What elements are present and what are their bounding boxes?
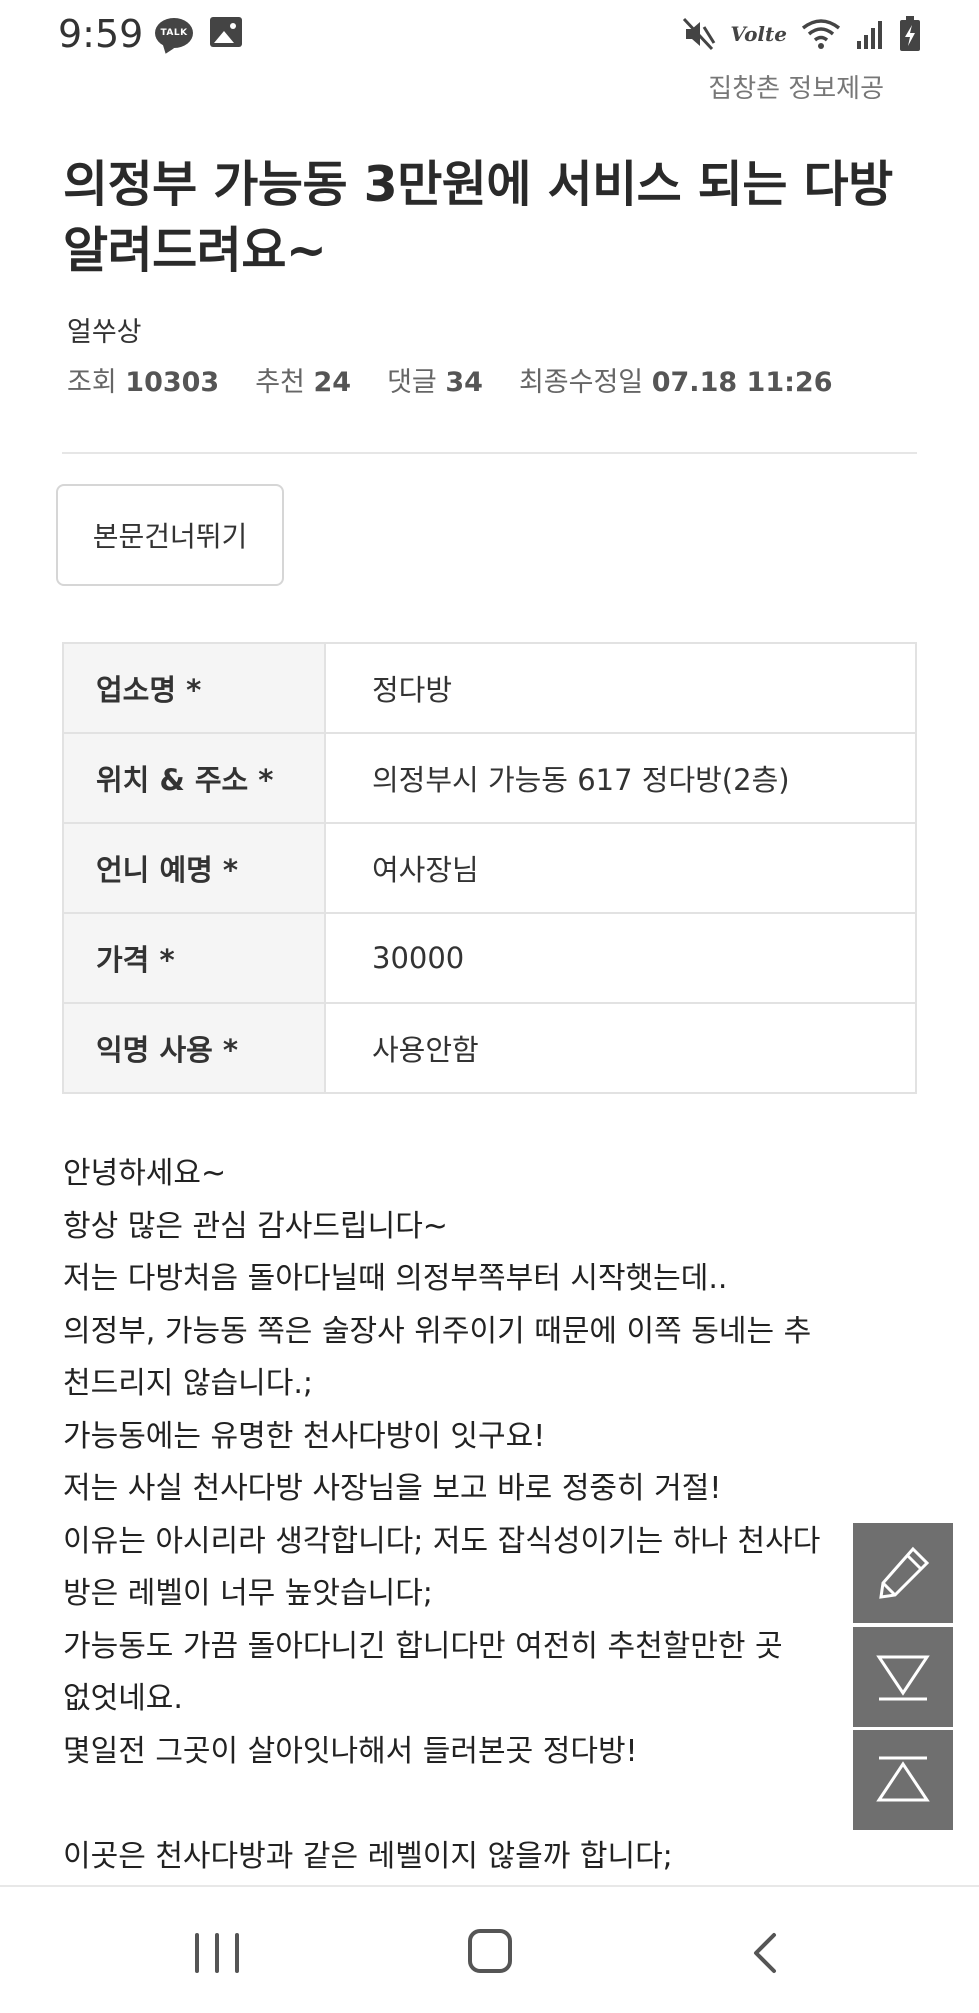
mute-icon	[682, 17, 716, 51]
info-value: 30000	[324, 912, 917, 1004]
status-bar: 9:59 TALK Volte	[0, 0, 979, 70]
body-line: 저는 사실 천사다방 사장님을 보고 바로 정중히 거절!	[63, 1471, 722, 1506]
body-line: 의정부, 가능동 쪽은 술장사 위주이기 때문에 이쪽 동네는 추	[63, 1313, 812, 1349]
info-label: 위치 & 주소 *	[62, 732, 326, 824]
info-label: 업소명 *	[62, 642, 326, 734]
status-time: 9:59	[58, 12, 144, 56]
table-row: 업소명 * 정다방	[62, 642, 917, 734]
body-line: 가능동도 가끔 돌아다니긴 합니다만 여전히 추천할만한 곳	[63, 1628, 783, 1664]
wifi-icon	[801, 18, 841, 50]
body-line: 항상 많은 관심 감사드립니다~	[63, 1208, 448, 1244]
status-icons: Volte	[682, 14, 921, 54]
write-button[interactable]	[853, 1523, 953, 1623]
table-row: 위치 & 주소 * 의정부시 가능동 617 정다방(2층)	[62, 732, 917, 824]
body-line: 천드리지 않습니다.;	[63, 1366, 313, 1401]
body-line: 가능동에는 유명한 천사다방이 잇구요!	[63, 1418, 546, 1454]
info-label: 익명 사용 *	[62, 1002, 326, 1094]
post-author[interactable]: 얼쑤상	[67, 310, 142, 349]
volte-icon: Volte	[730, 22, 787, 46]
write-pencil-icon	[873, 1543, 933, 1603]
battery-icon	[899, 16, 921, 52]
scroll-bottom-icon	[873, 1647, 933, 1707]
info-value: 정다방	[324, 642, 917, 734]
comment-count: 댓글 34	[387, 367, 483, 398]
body-line: 방은 레벨이 너무 높앗습니다;	[63, 1576, 433, 1611]
table-row: 가격 * 30000	[62, 912, 917, 1004]
talk-icon: TALK	[155, 18, 193, 48]
scroll-top-icon	[873, 1750, 933, 1810]
info-value: 의정부시 가능동 617 정다방(2층)	[324, 732, 917, 824]
body-line: 이곳은 천사다방과 같은 레벨이지 않을까 합니다;	[63, 1838, 673, 1874]
table-row: 익명 사용 * 사용안함	[62, 1002, 917, 1094]
post-meta: 조회 10303 추천 24 댓글 34 최종수정일 07.18 11:26	[67, 360, 832, 399]
modified-date: 최종수정일 07.18 11:26	[518, 367, 833, 398]
home-icon[interactable]	[468, 1929, 512, 1973]
scroll-top-button[interactable]	[853, 1730, 953, 1830]
info-value: 사용안함	[324, 1002, 917, 1094]
nav-bar	[0, 1885, 979, 2013]
divider	[62, 452, 917, 454]
post-body: 안녕하세요~ 항상 많은 관심 감사드립니다~ 저는 다방처음 돌아다닐때 의정…	[63, 1148, 923, 1883]
gallery-icon	[210, 17, 242, 47]
info-label: 가격 *	[62, 912, 326, 1004]
body-line: 저는 다방처음 돌아다닐때 의정부쪽부터 시작햇는데..	[63, 1261, 728, 1296]
post-title: 의정부 가능동 3만원에 서비스 되는 다방 알려드려요~	[63, 156, 893, 279]
views-count: 조회 10303	[67, 367, 220, 398]
info-label: 언니 예명 *	[62, 822, 326, 914]
info-value: 여사장님	[324, 822, 917, 914]
signal-icon	[855, 19, 885, 49]
body-line: 안녕하세요~	[63, 1156, 227, 1191]
table-row: 언니 예명 * 여사장님	[62, 822, 917, 914]
body-line: 없엇네요.	[63, 1681, 183, 1716]
recommend-count: 추천 24	[255, 367, 352, 398]
back-icon[interactable]	[750, 1931, 780, 1975]
info-table: 업소명 * 정다방 위치 & 주소 * 의정부시 가능동 617 정다방(2층)…	[62, 642, 917, 1094]
body-line: 몇일전 그곳이 살아잇나해서 들러본곳 정다방!	[63, 1733, 638, 1769]
body-line: 이유는 아시리라 생각합니다; 저도 잡식성이기는 하나 천사다	[63, 1523, 821, 1559]
recent-apps-icon[interactable]	[195, 1933, 239, 1973]
skip-content-button[interactable]: 본문건너뛰기	[56, 484, 284, 586]
provider-label: 집창촌 정보제공	[708, 74, 884, 104]
scroll-bottom-button[interactable]	[853, 1627, 953, 1727]
